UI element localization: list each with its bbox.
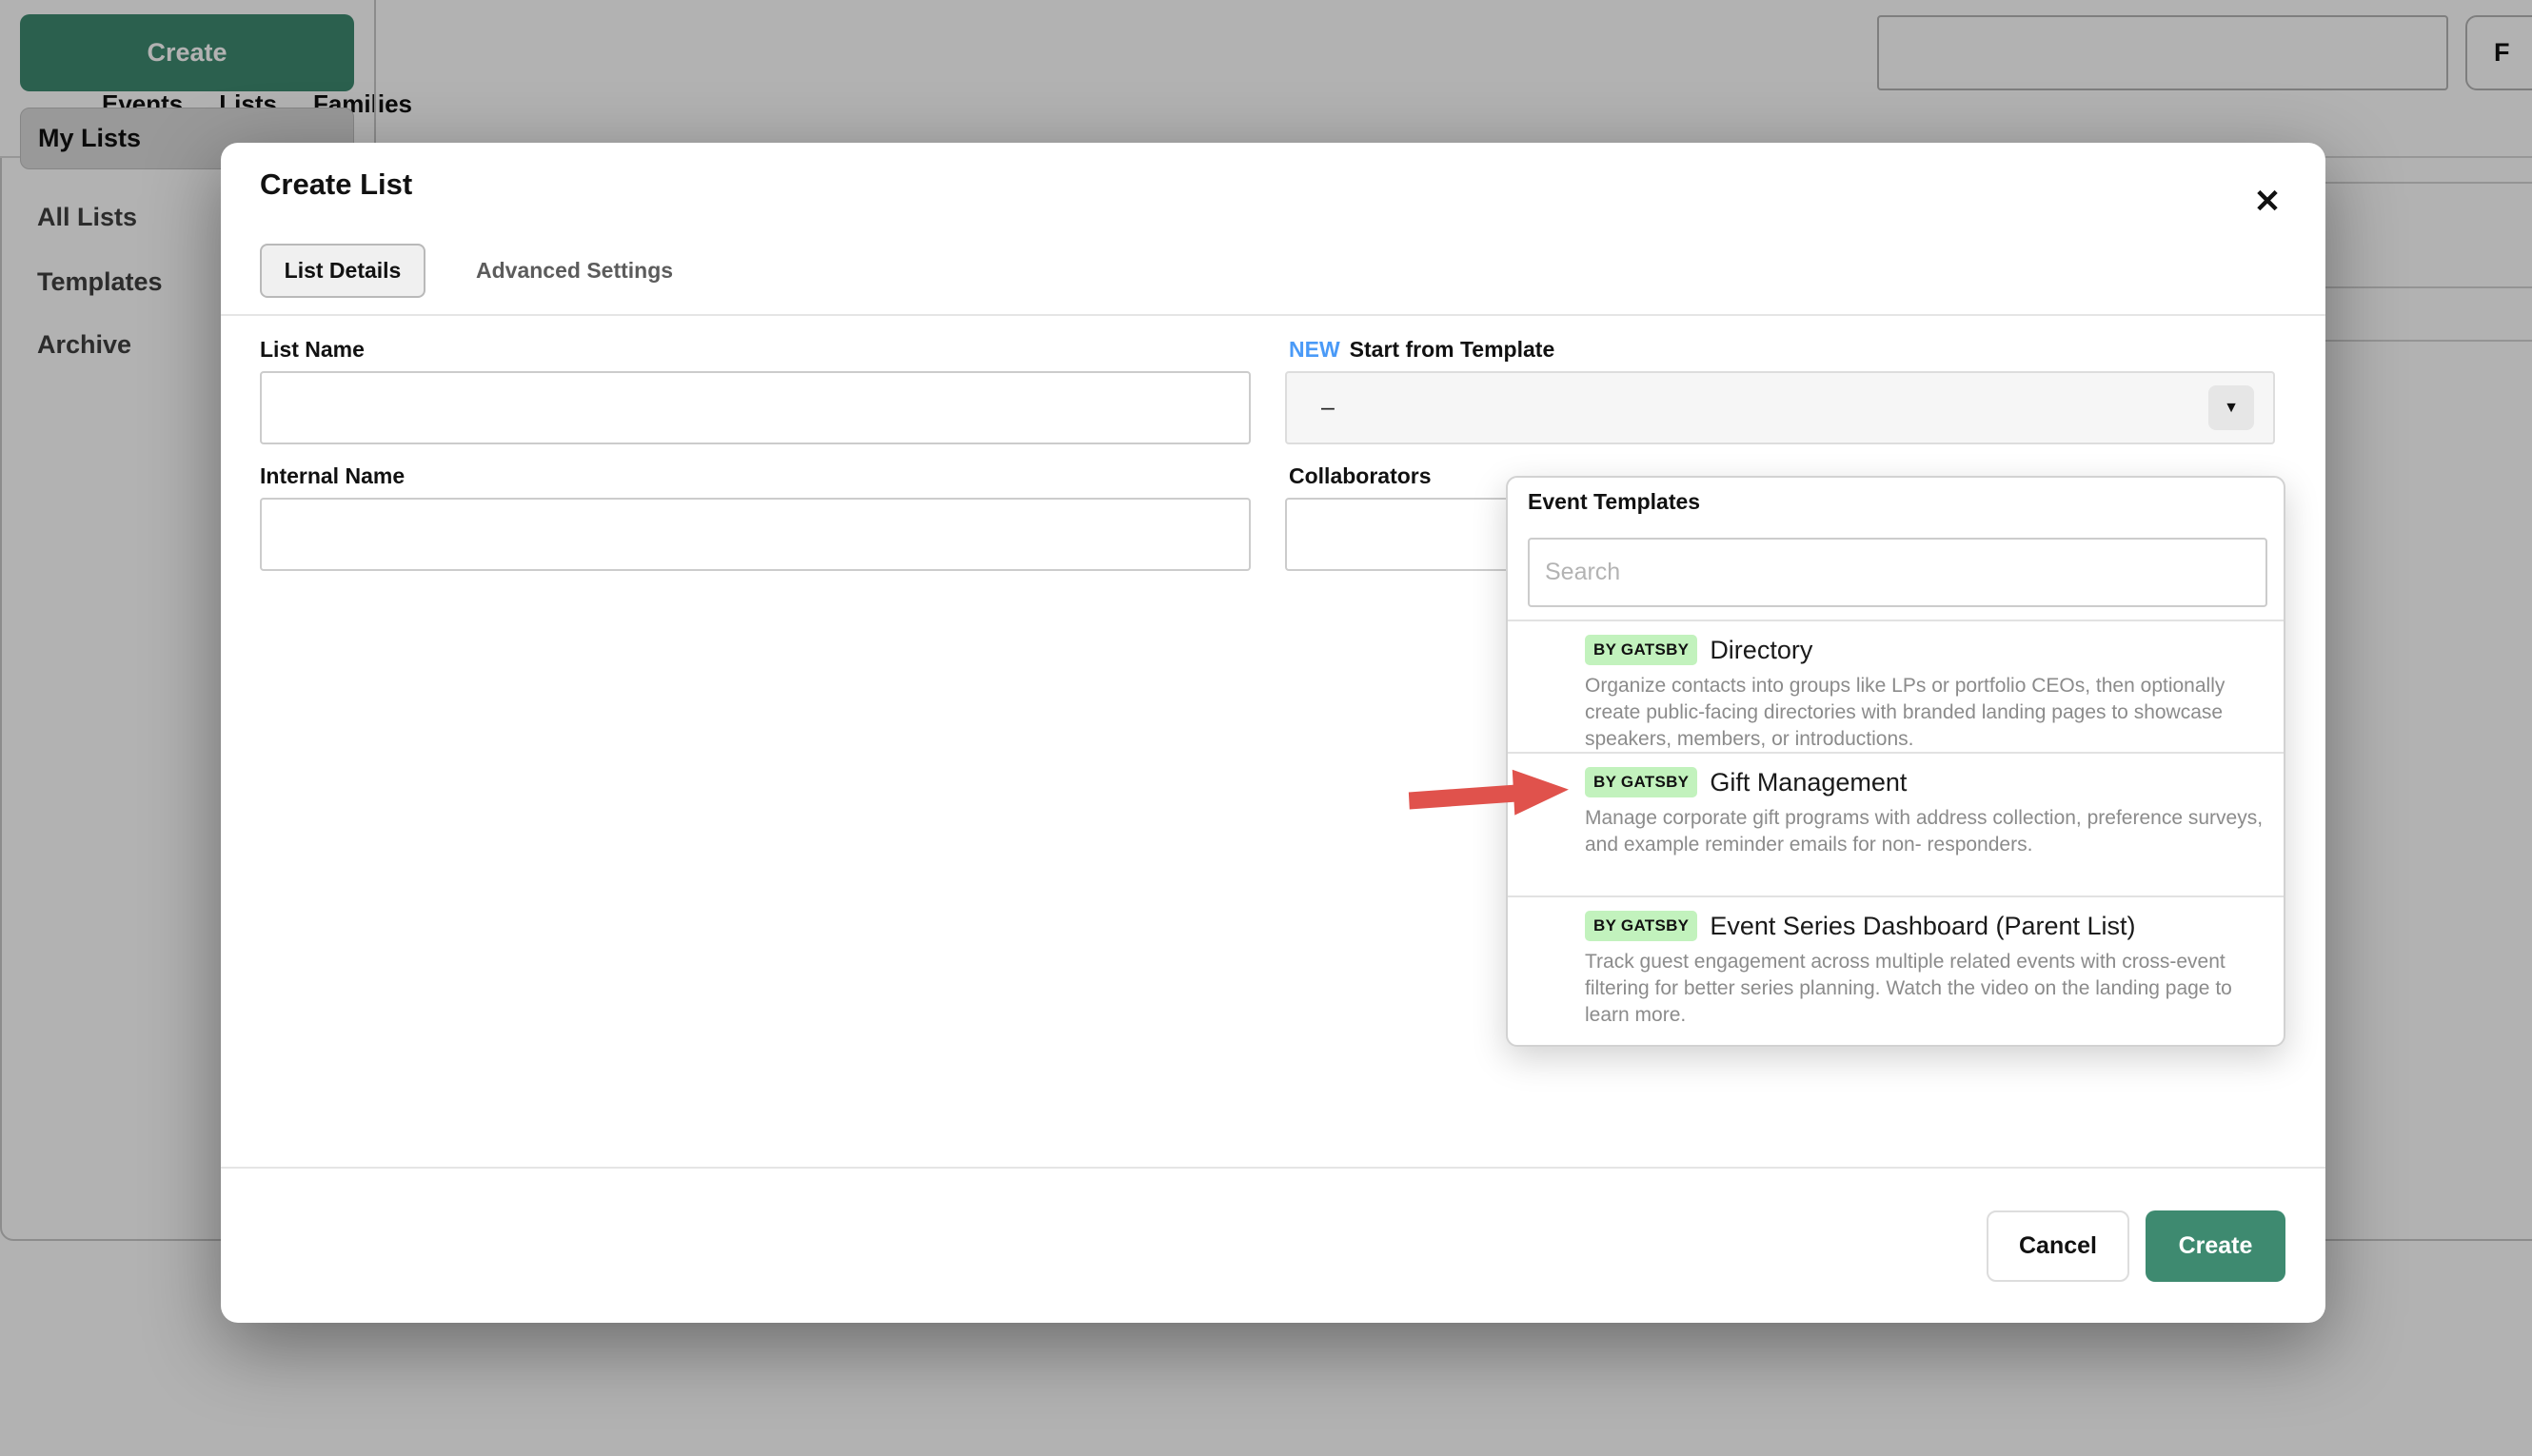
template-search-input[interactable]: [1528, 538, 2267, 607]
template-item-head: BY GATSBY Directory: [1585, 635, 2284, 665]
template-item-directory[interactable]: BY GATSBY Directory Organize contacts in…: [1508, 621, 2284, 752]
internal-name-label: Internal Name: [260, 463, 405, 489]
new-badge: NEW: [1289, 337, 1340, 363]
template-label-row: NEW Start from Template: [1289, 337, 1554, 363]
start-from-template-label: Start from Template: [1350, 337, 1555, 363]
template-item-title: Gift Management: [1710, 768, 1907, 797]
template-item-title: Directory: [1710, 636, 1812, 665]
cancel-button[interactable]: Cancel: [1987, 1210, 2129, 1282]
tab-advanced-settings[interactable]: Advanced Settings: [476, 244, 673, 298]
modal-header-divider: [221, 314, 2325, 316]
template-item-event-series-dashboard[interactable]: BY GATSBY Event Series Dashboard (Parent…: [1508, 897, 2284, 1045]
chevron-down-icon: ▼: [2208, 385, 2254, 430]
template-item-description: Track guest engagement across multiple r…: [1585, 949, 2270, 1029]
close-icon[interactable]: ✕: [2243, 177, 2292, 226]
collaborators-label: Collaborators: [1289, 463, 1432, 489]
template-item-description: Organize contacts into groups like LPs o…: [1585, 673, 2270, 753]
template-select-value: –: [1321, 373, 1335, 443]
modal-title: Create List: [260, 167, 412, 202]
tab-list-details[interactable]: List Details: [260, 244, 425, 298]
template-item-gift-management[interactable]: BY GATSBY Gift Management Manage corpora…: [1508, 754, 2284, 895]
create-button[interactable]: Create: [2146, 1210, 2285, 1282]
event-templates-dropdown: Event Templates BY GATSBY Directory Orga…: [1506, 476, 2285, 1047]
list-name-label: List Name: [260, 337, 365, 363]
template-select[interactable]: – ▼: [1285, 371, 2275, 444]
modal-footer-divider: [221, 1167, 2325, 1169]
by-gatsby-badge: BY GATSBY: [1585, 911, 1697, 941]
internal-name-input[interactable]: [260, 498, 1251, 571]
template-item-description: Manage corporate gift programs with addr…: [1585, 805, 2270, 858]
by-gatsby-badge: BY GATSBY: [1585, 635, 1697, 665]
template-item-head: BY GATSBY Gift Management: [1585, 767, 2284, 797]
list-name-input[interactable]: [260, 371, 1251, 444]
template-item-head: BY GATSBY Event Series Dashboard (Parent…: [1585, 911, 2284, 941]
dropdown-title: Event Templates: [1528, 489, 1700, 515]
by-gatsby-badge: BY GATSBY: [1585, 767, 1697, 797]
annotation-arrow-icon: [1405, 755, 1574, 830]
template-item-title: Event Series Dashboard (Parent List): [1710, 912, 2135, 941]
